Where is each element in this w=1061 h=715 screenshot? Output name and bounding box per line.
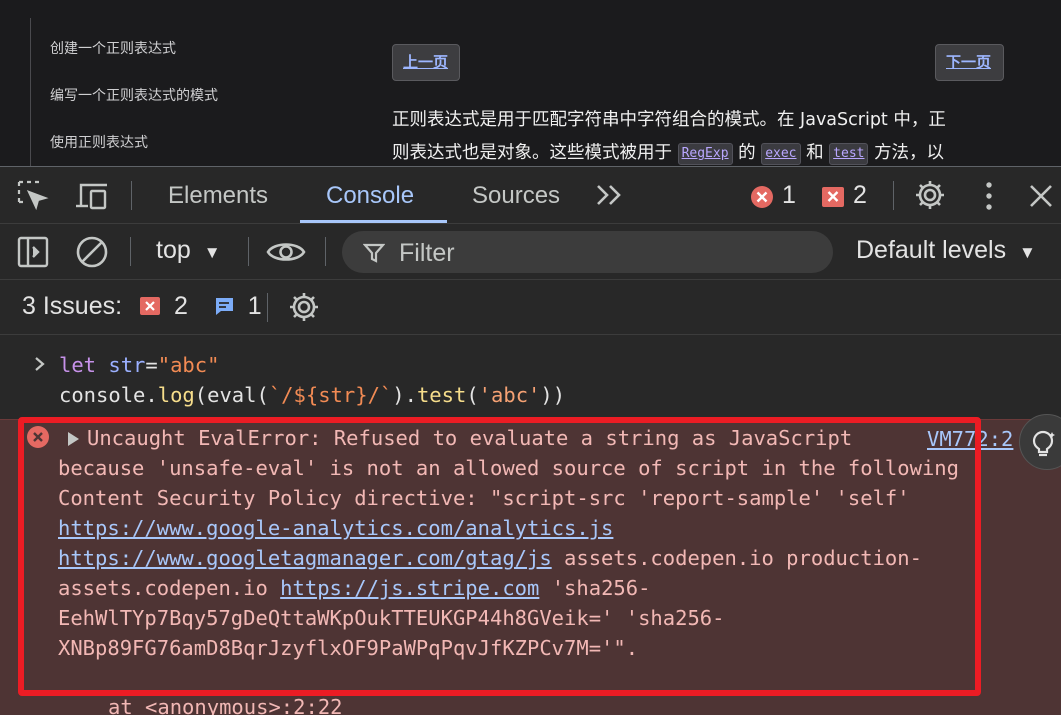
devtools-tab-bar: Elements Console Sources 1 2	[0, 167, 1061, 224]
live-expression-eye-icon[interactable]	[266, 238, 306, 270]
error-message-line: Content Security Policy directive: "scri…	[58, 486, 910, 510]
settings-gear-icon[interactable]	[913, 178, 947, 216]
sidebar-toggle-icon[interactable]	[17, 236, 49, 272]
lightbulb-icon	[1029, 429, 1059, 463]
chevron-down-icon: ▼	[1019, 243, 1036, 262]
error-text: 'sha256-	[539, 576, 651, 600]
code-punct: ).	[392, 383, 417, 407]
code-line-2: console.log(eval(`/${str}/`).test('abc')…	[59, 380, 565, 410]
prompt-chevron-icon	[33, 355, 47, 377]
page-sidebar: 创建一个正则表达式 编写一个正则表达式的模式 使用正则表达式	[30, 18, 270, 166]
device-toolbar-icon[interactable]	[73, 179, 111, 217]
sidebar-item-use-regex[interactable]: 使用正则表达式	[50, 132, 148, 152]
toolbar-divider	[131, 181, 132, 210]
toolbar-divider	[893, 181, 894, 210]
error-source-link[interactable]: VM772:2	[927, 424, 1013, 454]
more-options-icon[interactable]	[980, 181, 998, 215]
error-text: assets.codepen.io production-	[551, 546, 922, 570]
console-error-entry: Uncaught EvalError: Refused to evaluate …	[0, 419, 1061, 715]
error-message-line: because 'unsafe-eval' is not an allowed …	[58, 456, 959, 480]
code-punct: ))	[540, 383, 566, 407]
toolbar-divider	[130, 237, 131, 266]
context-value: top	[156, 236, 191, 264]
issues-label: 3 Issues:	[22, 292, 123, 320]
next-page-button[interactable]: 下一页	[935, 44, 1004, 81]
toolbar-divider	[325, 237, 326, 266]
code-punct: (eval(	[194, 383, 269, 407]
code-string: 'abc'	[478, 383, 541, 407]
active-tab-indicator	[300, 220, 447, 223]
warning-count-icon[interactable]	[821, 185, 845, 213]
filter-input[interactable]: Filter	[342, 231, 833, 273]
expand-triangle-icon[interactable]	[68, 432, 79, 446]
issues-bar: 3 Issues: 2 1	[0, 280, 1061, 335]
log-levels-dropdown[interactable]: Default levels ▼	[856, 236, 1036, 265]
code-line-1: let str="abc"	[59, 350, 219, 380]
error-message-line: https://www.google-analytics.com/analyti…	[58, 513, 613, 543]
issues-summary[interactable]: 3 Issues: 2 1	[22, 292, 262, 324]
article-text-line: 正则表达式是用于匹配字符串中字符组合的模式。在 JavaScript 中，正	[392, 110, 946, 130]
code-punct: (	[466, 383, 479, 407]
article-text: 则表达式也是对象。这些模式被用于	[392, 143, 672, 163]
prev-page-button[interactable]: 上一页	[392, 44, 460, 81]
csp-url-link[interactable]: https://js.stripe.com	[280, 576, 539, 600]
error-count: 1	[782, 181, 796, 209]
issue-info-count: 1	[247, 292, 262, 320]
code-function: test	[416, 383, 467, 407]
console-toolbar: top ▼ Filter Default levels ▼	[0, 224, 1061, 280]
error-text: assets.codepen.io	[58, 576, 281, 600]
code-operator: =	[145, 353, 158, 377]
code-keyword: let	[59, 353, 97, 377]
error-message-line: assets.codepen.io https://js.stripe.com …	[58, 573, 650, 603]
chevron-down-icon: ▼	[203, 243, 221, 262]
context-selector[interactable]: top ▼	[156, 236, 221, 265]
error-stack-trace: at <anonymous>:2:22	[108, 695, 343, 715]
regexp-link[interactable]: RegExp	[677, 143, 733, 165]
issue-warning-count: 2	[173, 292, 188, 320]
more-tabs-icon[interactable]	[595, 183, 625, 211]
issues-settings-gear-icon[interactable]	[287, 290, 321, 328]
issue-warning-icon	[139, 295, 161, 324]
test-link[interactable]: test	[829, 143, 869, 165]
article-text: 方法，以	[874, 143, 945, 163]
error-icon	[27, 426, 49, 448]
csp-url-link[interactable]: https://www.googletagmanager.com/gtag/js	[58, 546, 552, 570]
console-input-entry: let str="abc" console.log(eval(`/${str}/…	[0, 347, 1061, 417]
error-message-line: XNBp89FG76amD8BqrJzyflxOF9PaWPqPqvJfKZPC…	[58, 636, 639, 660]
exec-link[interactable]: exec	[761, 143, 801, 165]
toolbar-divider	[248, 237, 249, 266]
tab-elements[interactable]: Elements	[168, 167, 268, 224]
code-template-string: `/${str}/`	[268, 383, 393, 407]
code-string: "abc"	[157, 353, 220, 377]
error-count-icon[interactable]	[750, 185, 774, 213]
article-text: 的	[738, 143, 756, 163]
close-devtools-icon[interactable]	[1028, 183, 1054, 213]
csp-url-link[interactable]: https://www.google-analytics.com/analyti…	[58, 516, 613, 540]
error-message-line: EehWlTYp7Bqy57gDeQttaWKpOukTTEUKGP44h8GV…	[58, 606, 725, 630]
code-object: console.	[59, 383, 158, 407]
error-message-line: https://www.googletagmanager.com/gtag/js…	[58, 543, 922, 573]
filter-placeholder: Filter	[399, 239, 455, 267]
tab-sources[interactable]: Sources	[472, 167, 560, 224]
tab-console[interactable]: Console	[326, 167, 414, 224]
levels-label: Default levels	[856, 236, 1007, 264]
filter-funnel-icon	[362, 242, 386, 268]
code-function: log	[157, 383, 195, 407]
web-page-content: 创建一个正则表达式 编写一个正则表达式的模式 使用正则表达式 上一页 下一页 正…	[0, 0, 1061, 166]
sidebar-item-write-pattern[interactable]: 编写一个正则表达式的模式	[50, 85, 218, 105]
error-message-line: Uncaught EvalError: Refused to evaluate …	[87, 426, 853, 450]
clear-console-icon[interactable]	[75, 235, 109, 273]
article-text: 和	[806, 143, 824, 163]
warning-count: 2	[853, 181, 867, 209]
inspect-element-icon[interactable]	[16, 179, 50, 217]
code-variable: str	[96, 353, 146, 377]
article-text-line: 则表达式也是对象。这些模式被用于 RegExp 的 exec 和 test 方法…	[392, 139, 944, 165]
sidebar-item-create-regex[interactable]: 创建一个正则表达式	[50, 38, 176, 58]
devtools-panel: Elements Console Sources 1 2 top ▼ Filte…	[0, 166, 1061, 715]
toolbar-divider	[267, 293, 268, 322]
issue-info-icon	[213, 295, 235, 324]
